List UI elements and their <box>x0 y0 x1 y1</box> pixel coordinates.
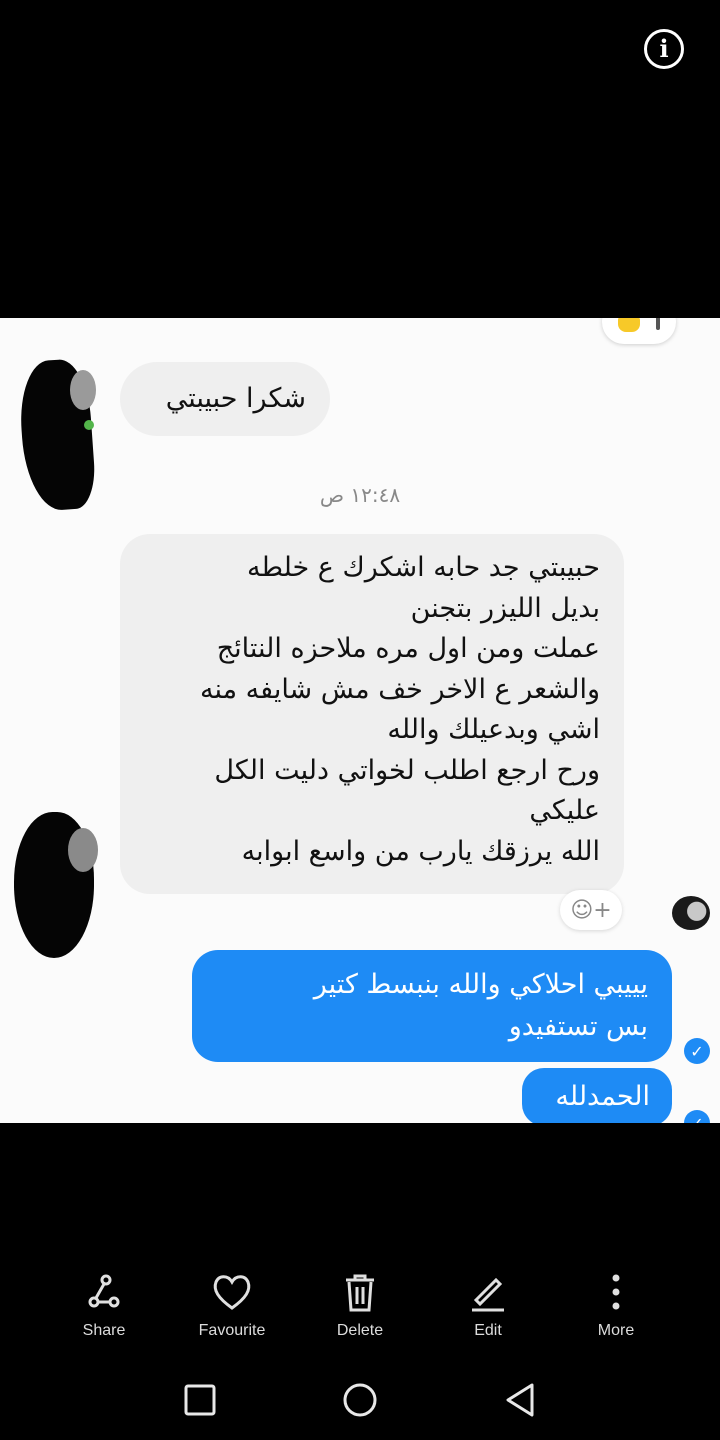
online-dot <box>84 420 94 430</box>
share-label: Share <box>82 1322 126 1339</box>
favourite-button[interactable]: Favourite <box>172 1270 292 1340</box>
edit-label: Edit <box>474 1322 502 1339</box>
message-timestamp: ١٢:٤٨ ص <box>319 483 401 507</box>
outgoing-message-bubble: الحمدلله <box>522 1068 672 1123</box>
back-triangle-icon[interactable] <box>500 1380 540 1420</box>
info-icon: i <box>659 34 669 63</box>
delete-label: Delete <box>336 1322 384 1339</box>
avatar-edge <box>70 370 96 410</box>
home-circle-icon[interactable] <box>340 1380 380 1420</box>
seen-avatar <box>672 896 710 930</box>
info-button[interactable]: i <box>644 29 684 69</box>
delete-button[interactable]: Delete <box>300 1270 420 1340</box>
heart-icon <box>213 1275 251 1310</box>
add-reaction-button[interactable]: ☺+ <box>560 890 622 930</box>
thumbs-up-icon <box>618 318 640 332</box>
delivered-check-icon: ✓ <box>684 1038 710 1064</box>
avatar-edge <box>68 828 98 872</box>
share-icon <box>88 1274 120 1308</box>
gallery-toolbar: Share Favourite Delete Edit More <box>0 1270 720 1350</box>
favourite-label: Favourite <box>198 1322 266 1339</box>
incoming-message-bubble: شكرا حبيبتي <box>120 362 330 436</box>
edit-button[interactable]: Edit <box>428 1270 548 1340</box>
more-label: More <box>597 1322 635 1339</box>
trash-icon <box>346 1274 374 1312</box>
incoming-message-bubble: حبيبتي جد حابه اشكرك ع خلطه بديل الليزر … <box>120 534 624 894</box>
outgoing-message-bubble: يييبي احلاكي والله بنبسط كتير بس تستفيدو <box>192 950 672 1062</box>
more-vertical-icon <box>612 1274 620 1310</box>
system-nav-bar <box>0 1370 720 1430</box>
pencil-icon <box>472 1277 504 1312</box>
recents-square-icon[interactable] <box>180 1380 220 1420</box>
reaction-count-mark <box>656 318 660 330</box>
share-button[interactable]: Share <box>44 1270 164 1340</box>
delivered-check-icon: ✓ <box>684 1110 710 1123</box>
more-button[interactable]: More <box>556 1270 676 1340</box>
top-reaction-pill <box>602 318 676 344</box>
screenshot-photo: شكرا حبيبتي ١٢:٤٨ ص حبيبتي جد حابه اشكرك… <box>0 318 720 1123</box>
